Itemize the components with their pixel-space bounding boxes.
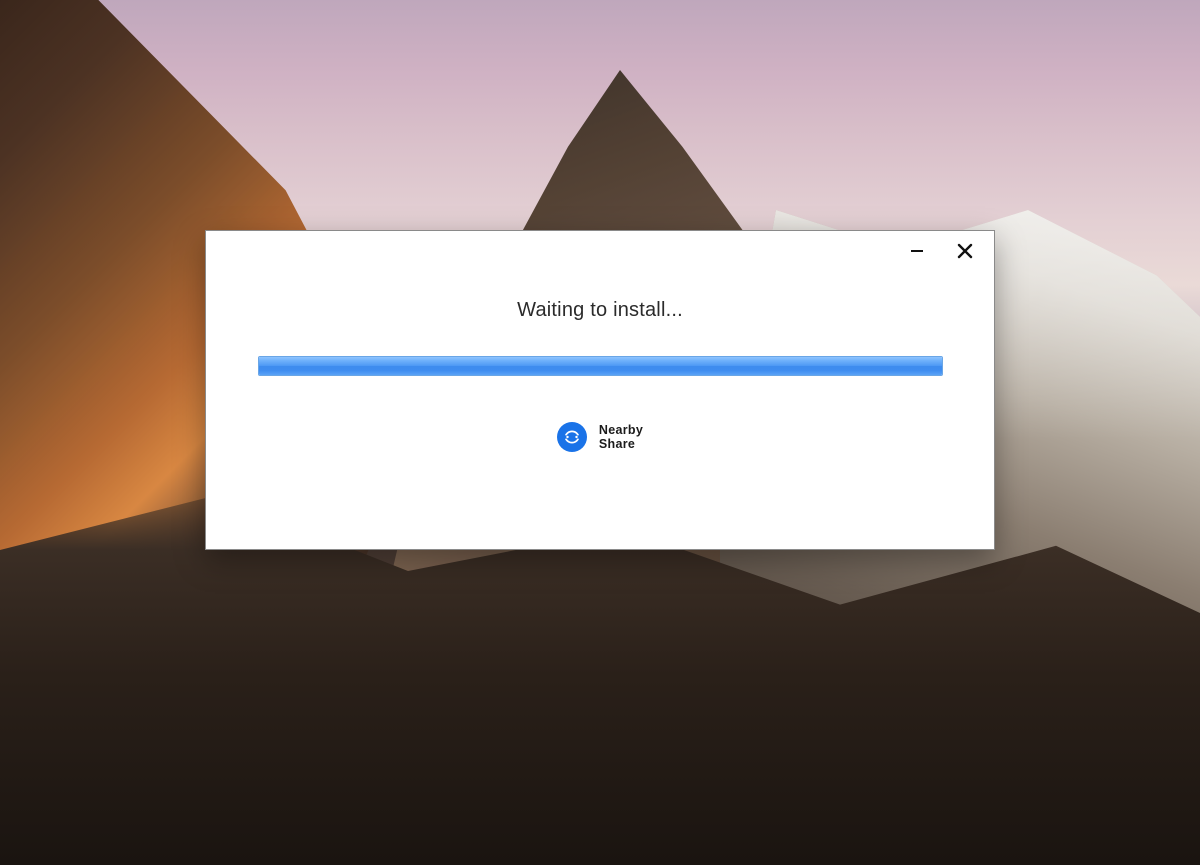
nearby-share-glyph-icon (563, 428, 581, 446)
close-button[interactable] (950, 236, 980, 266)
app-name-line2: Share (599, 437, 635, 451)
install-status-text: Waiting to install... (517, 299, 683, 322)
window-titlebar (902, 231, 994, 271)
close-icon (957, 243, 973, 259)
nearby-share-icon (557, 422, 587, 452)
install-progress-fill (259, 357, 942, 375)
app-brand: NearbyShare (557, 422, 643, 452)
installer-window: Waiting to install... NearbyShare (205, 230, 995, 550)
desktop-wallpaper: Waiting to install... NearbyShare (0, 0, 1200, 865)
app-name: NearbyShare (599, 423, 643, 452)
minimize-icon (910, 244, 924, 258)
install-progress-bar (258, 356, 943, 376)
minimize-button[interactable] (902, 236, 932, 266)
installer-content: Waiting to install... NearbyShare (206, 299, 994, 452)
app-name-line1: Nearby (599, 423, 643, 437)
